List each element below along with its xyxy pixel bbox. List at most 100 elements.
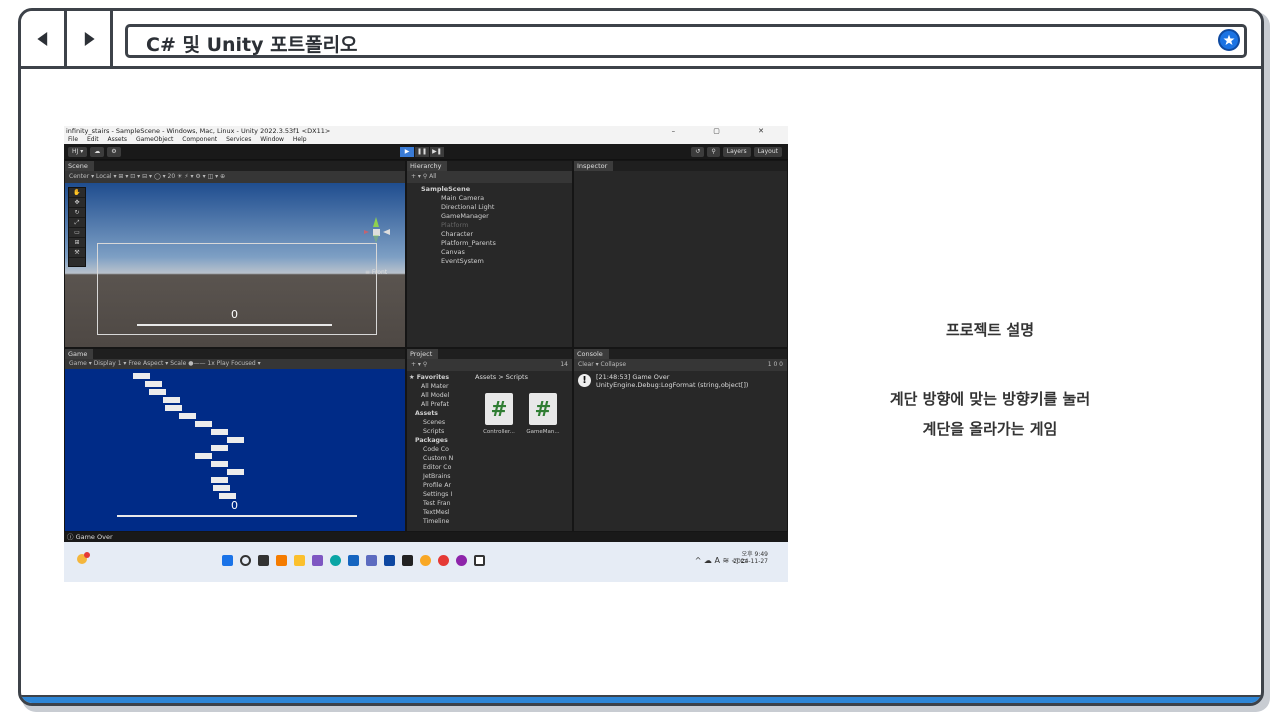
- menu-gameobject[interactable]: GameObject: [136, 136, 173, 143]
- bookmark-star-button[interactable]: [1218, 29, 1240, 51]
- menu-file[interactable]: File: [68, 136, 78, 143]
- transform-tool-icon[interactable]: ⊞: [69, 238, 85, 248]
- list-item[interactable]: GameManager: [407, 212, 572, 221]
- csharp-script-icon[interactable]: #: [529, 393, 557, 425]
- console-toolbar[interactable]: Clear ▾ Collapse 1 0 0: [574, 359, 787, 371]
- list-item[interactable]: All Model: [409, 391, 473, 400]
- list-item[interactable]: Scripts: [409, 427, 473, 436]
- orientation-gizmo-icon[interactable]: [361, 215, 391, 255]
- game-view[interactable]: 0: [65, 369, 405, 531]
- list-item[interactable]: Test Fran: [409, 499, 473, 508]
- csharp-script-icon[interactable]: #: [485, 393, 513, 425]
- menu-help[interactable]: Help: [293, 136, 307, 143]
- app-icon[interactable]: [456, 555, 467, 566]
- unity-screenshot: infinity_stairs - SampleScene - Windows,…: [64, 126, 788, 582]
- list-item[interactable]: TextMesl: [409, 508, 473, 517]
- list-item[interactable]: All Prefat: [409, 400, 473, 409]
- scene-toolbar[interactable]: Center ▾ Local ▾ ⊞ ▾ ⊡ ▾ ⊟ ▾ ◯ ▾ 20 ☀ ⚡ …: [65, 171, 405, 183]
- console-clear-collapse[interactable]: Clear ▾ Collapse: [578, 361, 626, 368]
- list-item[interactable]: EventSystem: [407, 257, 572, 266]
- taskview-icon[interactable]: [258, 555, 269, 566]
- scene-view[interactable]: 0 ≡ Front: [65, 183, 405, 347]
- layers-dropdown[interactable]: Layers: [722, 147, 751, 157]
- settings-icon[interactable]: ⚙: [107, 147, 121, 157]
- teams-icon[interactable]: [312, 555, 323, 566]
- account-button[interactable]: HJ ▾: [68, 147, 88, 157]
- list-item[interactable]: Settings I: [409, 490, 473, 499]
- move-tool-icon[interactable]: ✥: [69, 198, 85, 208]
- kakao-icon[interactable]: [420, 555, 431, 566]
- back-button[interactable]: [21, 11, 67, 66]
- hierarchy-search-input[interactable]: All: [429, 173, 436, 180]
- forward-button[interactable]: [67, 11, 113, 66]
- menu-component[interactable]: Component: [182, 136, 217, 143]
- list-item[interactable]: Packages: [409, 436, 473, 445]
- explorer-icon[interactable]: [294, 555, 305, 566]
- list-item[interactable]: Canvas: [407, 248, 572, 257]
- list-item[interactable]: Assets: [409, 409, 473, 418]
- tab-game[interactable]: Game: [65, 349, 94, 359]
- layout-dropdown[interactable]: Layout: [753, 147, 782, 157]
- play-button[interactable]: ▶: [400, 147, 414, 157]
- menu-window[interactable]: Window: [260, 136, 284, 143]
- rect-tool-icon[interactable]: ▭: [69, 228, 85, 238]
- widgets-icon[interactable]: [276, 555, 287, 566]
- console-message[interactable]: ! [21:48:53] Game Over UnityEngine.Debug…: [578, 373, 748, 389]
- list-item[interactable]: Code Co: [409, 445, 473, 454]
- scene-progress-line: [137, 324, 332, 326]
- list-item[interactable]: Platform: [407, 221, 572, 230]
- breadcrumb[interactable]: Assets > Scripts: [475, 373, 528, 381]
- search-icon[interactable]: [240, 555, 251, 566]
- list-item[interactable]: Custom N: [409, 454, 473, 463]
- list-item[interactable]: ★ Favorites: [409, 373, 473, 382]
- unity-icon[interactable]: [474, 555, 485, 566]
- menu-services[interactable]: Services: [226, 136, 251, 143]
- terminal-icon[interactable]: [402, 555, 413, 566]
- list-item[interactable]: Directional Light: [407, 203, 572, 212]
- camera-bounds: [97, 243, 377, 335]
- list-item[interactable]: Editor Co: [409, 463, 473, 472]
- pause-button[interactable]: ❚❚: [415, 147, 429, 157]
- store-icon[interactable]: [348, 555, 359, 566]
- console-counts[interactable]: 1 0 0: [768, 359, 783, 371]
- project-toolbar[interactable]: + ▾ ⚲ 14: [407, 359, 572, 371]
- stair-step: [149, 389, 166, 395]
- cloud-icon[interactable]: ☁: [90, 147, 105, 157]
- step-button[interactable]: ▶❚: [430, 147, 444, 157]
- tab-inspector[interactable]: Inspector: [574, 161, 614, 171]
- clock[interactable]: 오후 9:49 2024-11-27: [733, 551, 768, 565]
- list-item[interactable]: JetBrains: [409, 472, 473, 481]
- list-item[interactable]: Scenes: [409, 418, 473, 427]
- tab-scene[interactable]: Scene: [65, 161, 94, 171]
- app-icon[interactable]: [438, 555, 449, 566]
- list-item[interactable]: Profile Ar: [409, 481, 473, 490]
- list-item[interactable]: All Mater: [409, 382, 473, 391]
- tab-hierarchy[interactable]: Hierarchy: [407, 161, 448, 171]
- list-item[interactable]: Character: [407, 230, 572, 239]
- search-icon[interactable]: ⚲: [707, 147, 720, 157]
- list-item[interactable]: Platform_Parents: [407, 239, 572, 248]
- custom-tool-icon[interactable]: ⚒: [69, 248, 85, 258]
- rotate-tool-icon[interactable]: ↻: [69, 208, 85, 218]
- list-item[interactable]: SampleScene: [407, 185, 572, 194]
- start-icon[interactable]: [222, 555, 233, 566]
- scale-tool-icon[interactable]: ⤢: [69, 218, 85, 228]
- menu-edit[interactable]: Edit: [87, 136, 99, 143]
- tab-console[interactable]: Console: [574, 349, 609, 359]
- weather-icon[interactable]: [74, 552, 90, 566]
- edge-icon[interactable]: [330, 555, 341, 566]
- menu-assets[interactable]: Assets: [108, 136, 128, 143]
- window-controls[interactable]: – ▢ ✕: [672, 126, 782, 136]
- window-titlebar: infinity_stairs - SampleScene - Windows,…: [64, 126, 788, 136]
- tab-project[interactable]: Project: [407, 349, 439, 359]
- list-item[interactable]: Timeline: [409, 517, 473, 526]
- history-icon[interactable]: ↺: [691, 147, 705, 157]
- address-bar[interactable]: C# 및 Unity 포트폴리오: [125, 24, 1247, 58]
- persp-label[interactable]: ≡ Front: [365, 269, 387, 276]
- hierarchy-search[interactable]: + ▾ ⚲ All: [407, 171, 572, 183]
- list-item[interactable]: Main Camera: [407, 194, 572, 203]
- game-toolbar[interactable]: Game ▾ Display 1 ▾ Free Aspect ▾ Scale ●…: [65, 359, 405, 369]
- mail-icon[interactable]: [384, 555, 395, 566]
- hand-tool-icon[interactable]: ✋: [69, 188, 85, 198]
- notepad-icon[interactable]: [366, 555, 377, 566]
